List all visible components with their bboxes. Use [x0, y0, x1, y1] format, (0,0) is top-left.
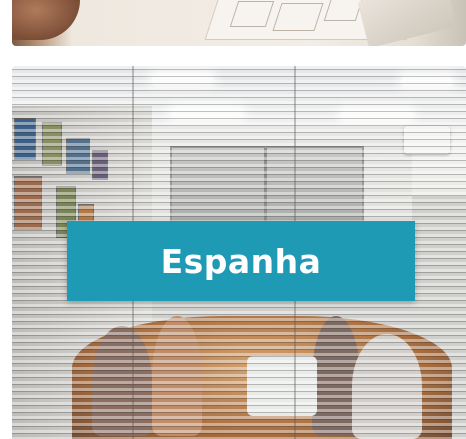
country-label-badge[interactable]: Espanha: [67, 221, 415, 301]
gallery-item-previous[interactable]: [12, 0, 466, 46]
photo-hand-detail: [12, 0, 80, 40]
photo-box-detail: [357, 0, 457, 46]
gallery-item-espanha[interactable]: Espanha: [12, 66, 466, 439]
country-label: Espanha: [160, 241, 322, 281]
